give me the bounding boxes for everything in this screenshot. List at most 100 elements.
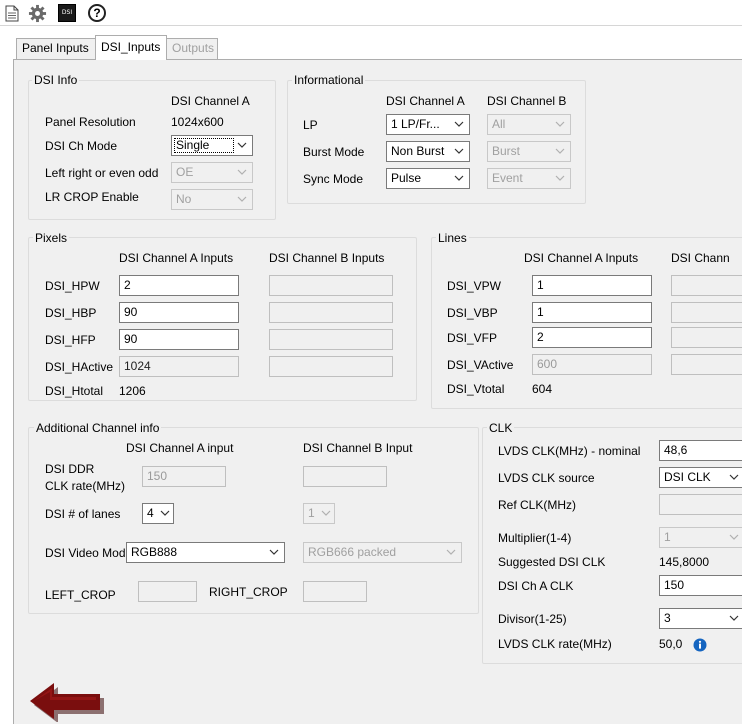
chevron-down-icon: [728, 469, 740, 486]
dsi-lanes-label: DSI # of lanes: [45, 507, 121, 521]
lines-col-a: DSI Channel A Inputs: [524, 251, 639, 265]
sync-a-value: Pulse: [391, 171, 422, 185]
dsi-video-mode-a-select[interactable]: RGB888: [126, 542, 285, 563]
dsi-lanes-b-select[interactable]: 1: [303, 503, 335, 524]
dsi-hactive-a-input[interactable]: 1024: [119, 356, 239, 377]
chevron-down-icon: [453, 116, 465, 133]
dsi-info-col-header: DSI Channel A: [171, 94, 250, 108]
dsi-ddr-a-input[interactable]: 150: [142, 466, 226, 487]
dsi-vpw-b-input[interactable]: [671, 275, 742, 296]
dsi-hactive-b-input[interactable]: [269, 356, 393, 377]
dsi-lanes-b-value: 1: [308, 506, 315, 520]
divisor-value: 3: [664, 611, 671, 625]
dsi-ch-mode-select[interactable]: Single: [171, 135, 253, 156]
burst-b-value: Burst: [492, 144, 521, 158]
lvds-clk-source-select[interactable]: DSI CLK: [659, 467, 742, 488]
dsi-vbp-b-input[interactable]: [671, 302, 742, 323]
burst-a-value: Non Burst: [391, 144, 445, 158]
dsi-hbp-a-input[interactable]: 90: [119, 302, 239, 323]
sync-a-select[interactable]: Pulse: [386, 168, 470, 189]
chevron-down-icon: [445, 544, 457, 561]
lp-b-select[interactable]: All: [487, 114, 571, 135]
chevron-down-icon: [453, 170, 465, 187]
clk-title: CLK: [487, 421, 515, 435]
dsi-ch-a-clk-input[interactable]: 150: [659, 575, 742, 596]
dsi-icon-text: DSI: [58, 4, 76, 22]
gear-icon[interactable]: [27, 3, 47, 23]
dsi-vactive-a-input[interactable]: 600: [532, 354, 652, 375]
dsi-vpw-a-input[interactable]: 1: [532, 275, 652, 296]
dsi-ddr-label-line2: CLK rate(MHz): [45, 479, 126, 493]
dsi-hbp-label: DSI_HBP: [45, 306, 97, 320]
informational-col-a: DSI Channel A: [386, 94, 465, 108]
dsi-vactive-label: DSI_VActive: [447, 358, 514, 372]
sync-b-value: Event: [492, 171, 523, 185]
dsi-ddr-label-line1: DSI DDR: [45, 462, 95, 476]
lp-b-value: All: [492, 117, 506, 131]
dsi-ch-mode-value: Single: [174, 138, 234, 153]
tab-panel-inputs[interactable]: Panel Inputs: [16, 38, 96, 59]
dsi-vbp-a-input[interactable]: 1: [532, 302, 652, 323]
ref-clk-input[interactable]: [659, 494, 742, 515]
lr-odd-label: Left right or even odd: [45, 166, 159, 180]
additional-channel-title: Additional Channel info: [34, 421, 162, 435]
dsi-hfp-a-input[interactable]: 90: [119, 329, 239, 350]
tab-label: DSI_Inputs: [101, 40, 161, 54]
lr-odd-select[interactable]: OE: [171, 162, 253, 183]
back-arrow-icon[interactable]: [28, 682, 106, 723]
dsi-hpw-a-input[interactable]: 2: [119, 275, 239, 296]
left-crop-input[interactable]: [138, 581, 197, 602]
pixels-title: Pixels: [33, 231, 70, 245]
suggested-dsi-clk-label: Suggested DSI CLK: [498, 555, 606, 569]
chevron-down-icon: [236, 137, 248, 154]
pixels-col-b: DSI Channel B Inputs: [269, 251, 385, 265]
multiplier-value: 1: [664, 530, 671, 544]
divisor-select[interactable]: 3: [659, 608, 742, 629]
informational-title: Informational: [292, 73, 366, 87]
chevron-down-icon: [236, 164, 248, 181]
lvds-clk-nominal-input[interactable]: 48,6: [659, 440, 742, 461]
chevron-down-icon: [728, 529, 740, 546]
dsi-hbp-b-input[interactable]: [269, 302, 393, 323]
info-icon[interactable]: [693, 638, 707, 652]
dsi-lanes-a-select[interactable]: 4: [142, 503, 174, 524]
document-icon[interactable]: [2, 3, 22, 23]
lvds-clk-nominal-label: LVDS CLK(MHz) - nominal: [498, 444, 641, 458]
right-crop-input[interactable]: [303, 581, 367, 602]
chevron-down-icon: [554, 170, 566, 187]
dsi-hpw-b-input[interactable]: [269, 275, 393, 296]
dsi-video-mode-b-select[interactable]: RGB666 packed: [303, 542, 462, 563]
lp-a-select[interactable]: 1 LP/Fr...: [386, 114, 470, 135]
burst-b-select[interactable]: Burst: [487, 141, 571, 162]
panel-resolution-value: 1024x600: [171, 115, 224, 129]
chevron-down-icon: [728, 610, 740, 627]
multiplier-select[interactable]: 1: [659, 527, 742, 548]
help-icon[interactable]: ?: [87, 3, 107, 23]
lr-odd-value: OE: [176, 165, 194, 179]
suggested-dsi-clk-value: 145,8000: [659, 555, 710, 569]
burst-a-select[interactable]: Non Burst: [386, 141, 470, 162]
tab-dsi-inputs[interactable]: DSI_Inputs: [95, 35, 167, 60]
lr-crop-select[interactable]: No: [171, 189, 253, 210]
dsi-ch-a-clk-label: DSI Ch A CLK: [498, 579, 574, 593]
burst-mode-label: Burst Mode: [303, 145, 365, 159]
dsi-vfp-a-input[interactable]: 2: [532, 327, 652, 348]
dsi-hfp-b-input[interactable]: [269, 329, 393, 350]
panel-resolution-label: Panel Resolution: [45, 115, 136, 129]
tab-outputs[interactable]: Outputs: [166, 38, 218, 59]
chevron-down-icon: [320, 505, 332, 522]
lp-a-value: 1 LP/Fr...: [391, 117, 440, 131]
right-crop-label: RIGHT_CROP: [209, 585, 288, 599]
dsi-vtotal-label: DSI_Vtotal: [447, 382, 505, 396]
dsi-vfp-b-input[interactable]: [671, 327, 742, 348]
tab-label: Panel Inputs: [22, 41, 89, 55]
dsi-icon[interactable]: DSI: [57, 3, 77, 23]
dsi-vactive-b-input[interactable]: [671, 354, 742, 375]
lines-title: Lines: [436, 231, 469, 245]
chevron-down-icon: [453, 143, 465, 160]
sync-b-select[interactable]: Event: [487, 168, 571, 189]
dsi-ch-mode-label: DSI Ch Mode: [45, 139, 118, 153]
dsi-vtotal-value: 604: [532, 382, 553, 396]
dsi-hpw-label: DSI_HPW: [45, 279, 100, 293]
dsi-ddr-b-input[interactable]: [303, 466, 387, 487]
